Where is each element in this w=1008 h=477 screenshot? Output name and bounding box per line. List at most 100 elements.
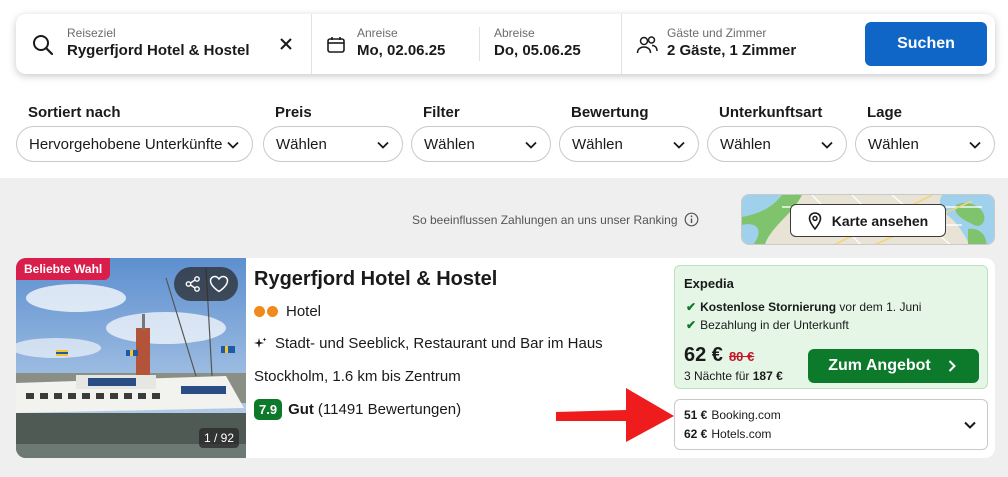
popular-badge: Beliebte Wahl bbox=[16, 258, 111, 280]
alt-price: 62 € bbox=[684, 427, 708, 441]
view-deal-label: Zum Angebot bbox=[828, 357, 931, 374]
filter-title: Sortiert nach bbox=[28, 104, 121, 121]
filter-price: Preis Wählen bbox=[263, 104, 403, 162]
alt-offer-row: 51 € Booking.com bbox=[684, 408, 781, 422]
guests-label: Gäste und Zimmer bbox=[667, 26, 767, 40]
chevron-down-icon bbox=[525, 141, 537, 149]
destination-label: Reiseziel bbox=[67, 26, 116, 40]
ranking-note[interactable]: So beeinflussen Zahlungen an uns unser R… bbox=[412, 212, 699, 227]
calendar-icon bbox=[327, 37, 345, 53]
chevron-right-icon bbox=[948, 360, 956, 372]
rating-word: Gut bbox=[288, 401, 314, 418]
heart-icon[interactable] bbox=[209, 275, 229, 293]
hotel-name[interactable]: Rygerfjord Hotel & Hostel bbox=[254, 268, 497, 291]
chevron-down-icon bbox=[821, 141, 833, 149]
filter-property-type: Unterkunftsart Wählen bbox=[707, 104, 847, 162]
property-type-dropdown[interactable]: Wählen bbox=[707, 126, 847, 162]
dates-field[interactable]: Anreise Mo, 02.06.25 Abreise Do, 05.06.2… bbox=[312, 14, 622, 74]
checkin-label: Anreise bbox=[357, 26, 398, 40]
share-icon[interactable] bbox=[184, 275, 202, 293]
chevron-down-icon bbox=[673, 141, 685, 149]
filter-value: Wählen bbox=[868, 135, 919, 153]
review-count: (11491 Bewertungen) bbox=[317, 401, 462, 418]
search-button[interactable]: Suchen bbox=[865, 22, 987, 66]
perk-pay-at-property: ✔ Bezahlung in der Unterkunft bbox=[686, 318, 849, 332]
nights-text: 3 Nächte für bbox=[684, 369, 750, 383]
offer-price: 62 € 80 € bbox=[684, 344, 754, 367]
info-icon[interactable] bbox=[684, 212, 699, 227]
perk-rest: vor dem 1. Juni bbox=[839, 300, 922, 314]
filter-dropdown[interactable]: Wählen bbox=[411, 126, 551, 162]
hotel-features: Stadt- und Seeblick, Restaurant und Bar … bbox=[254, 335, 603, 352]
offer-provider: Expedia bbox=[684, 276, 734, 291]
date-divider bbox=[479, 27, 480, 61]
hotel-photo[interactable]: Beliebte Wahl 1 / 92 bbox=[16, 258, 246, 458]
alternative-offers[interactable]: 51 € Booking.com 62 € Hotels.com bbox=[674, 399, 988, 450]
filter-filter: Filter Wählen bbox=[411, 104, 551, 162]
filter-value: Wählen bbox=[276, 135, 327, 153]
guests-icon bbox=[636, 36, 658, 54]
hotel-location: Stockholm, 1.6 km bis Zentrum bbox=[254, 368, 461, 385]
sort-dropdown[interactable]: Hervorgehobene Unterkünfte bbox=[16, 126, 253, 162]
map-pin-icon bbox=[808, 211, 822, 230]
photo-counter: 1 / 92 bbox=[199, 428, 239, 448]
filter-value: Hervorgehobene Unterkünfte bbox=[29, 135, 223, 153]
search-bar: Reiseziel Rygerfjord Hotel & Hostel Anre… bbox=[16, 14, 995, 74]
red-arrow-annotation bbox=[556, 388, 674, 442]
checkin-value[interactable]: Mo, 02.06.25 bbox=[357, 41, 445, 61]
old-price: 80 € bbox=[728, 349, 755, 364]
filter-location: Lage Wählen bbox=[855, 104, 995, 162]
guests-value[interactable]: 2 Gäste, 1 Zimmer bbox=[667, 41, 796, 61]
filter-title: Lage bbox=[867, 104, 903, 121]
filter-title: Filter bbox=[423, 104, 460, 121]
perk-bold: Kostenlose Stornierung bbox=[700, 300, 837, 314]
alt-provider: Booking.com bbox=[711, 408, 781, 422]
total-price: 187 € bbox=[752, 369, 783, 383]
search-icon bbox=[33, 35, 54, 56]
view-map-label: Karte ansehen bbox=[831, 212, 929, 229]
hotel-class-dots bbox=[254, 306, 278, 317]
alt-price: 51 € bbox=[684, 408, 708, 422]
top-offer[interactable]: Expedia ✔ Kostenlose Stornierung vor dem… bbox=[674, 265, 988, 389]
chevron-down-icon[interactable] bbox=[963, 418, 977, 432]
filter-title: Preis bbox=[275, 104, 312, 121]
view-map-button[interactable]: Karte ansehen bbox=[790, 204, 946, 237]
hotel-type-label: Hotel bbox=[286, 303, 322, 320]
check-icon: ✔ bbox=[686, 318, 697, 332]
alt-offer-row: 62 € Hotels.com bbox=[684, 427, 771, 441]
check-icon: ✔ bbox=[686, 300, 697, 314]
perk-free-cancellation: ✔ Kostenlose Stornierung vor dem 1. Juni bbox=[686, 300, 921, 314]
hotel-result-card[interactable]: Beliebte Wahl 1 / 92 Rygerfjord Hotel & … bbox=[16, 258, 995, 458]
rating-score: 7.9 bbox=[254, 399, 283, 420]
filter-rating: Bewertung Wählen bbox=[559, 104, 699, 162]
filter-value: Wählen bbox=[720, 135, 771, 153]
checkout-label: Abreise bbox=[494, 26, 535, 40]
filter-sort: Sortiert nach Hervorgehobene Unterkünfte bbox=[16, 104, 253, 162]
destination-value[interactable]: Rygerfjord Hotel & Hostel bbox=[67, 41, 250, 61]
chevron-down-icon bbox=[377, 141, 389, 149]
location-dropdown[interactable]: Wählen bbox=[855, 126, 995, 162]
price-dropdown[interactable]: Wählen bbox=[263, 126, 403, 162]
map-preview[interactable]: Karte ansehen bbox=[741, 194, 995, 245]
hotel-type: Hotel bbox=[254, 303, 321, 320]
current-price: 62 € bbox=[684, 344, 723, 366]
close-icon[interactable] bbox=[277, 35, 295, 53]
chevron-down-icon bbox=[969, 141, 981, 149]
checkin-field[interactable]: Anreise Mo, 02.06.25 bbox=[357, 25, 445, 61]
chevron-down-icon bbox=[227, 141, 239, 149]
ranking-text: So beeinflussen Zahlungen an uns unser R… bbox=[412, 212, 678, 227]
view-deal-button[interactable]: Zum Angebot bbox=[808, 349, 979, 383]
sparkle-icon bbox=[254, 337, 267, 348]
filter-title: Unterkunftsart bbox=[719, 104, 823, 121]
rating-dropdown[interactable]: Wählen bbox=[559, 126, 699, 162]
alt-provider: Hotels.com bbox=[711, 427, 772, 441]
features-text: Stadt- und Seeblick, Restaurant und Bar … bbox=[275, 335, 603, 352]
destination-field[interactable]: Reiseziel Rygerfjord Hotel & Hostel bbox=[16, 14, 312, 74]
guests-field[interactable]: Gäste und Zimmer 2 Gäste, 1 Zimmer bbox=[622, 14, 860, 74]
filter-value: Wählen bbox=[572, 135, 623, 153]
photo-actions bbox=[174, 267, 238, 301]
nights-total: 3 Nächte für 187 € bbox=[684, 369, 783, 383]
hotel-rating[interactable]: 7.9 Gut (11491 Bewertungen) bbox=[254, 399, 461, 420]
checkout-value[interactable]: Do, 05.06.25 bbox=[494, 41, 581, 61]
checkout-field[interactable]: Abreise Do, 05.06.25 bbox=[494, 25, 581, 61]
